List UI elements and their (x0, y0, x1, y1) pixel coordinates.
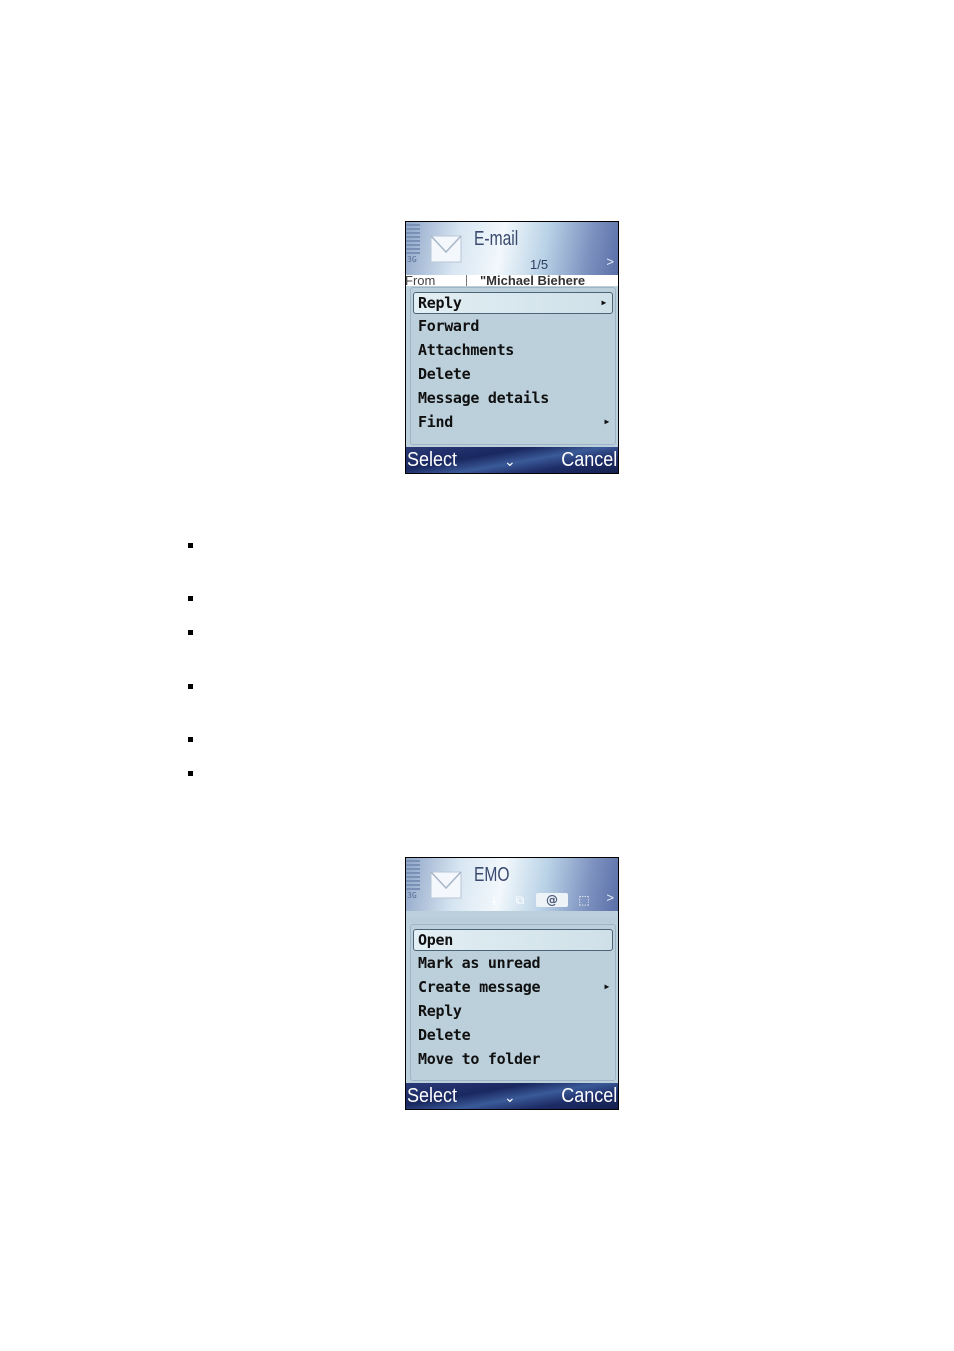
menu-item-label: Delete (418, 1026, 471, 1044)
status-header: 3G E-mail 1/5 > (406, 222, 618, 275)
mailbox-options-screen: 3G EMO < ⤓ ⧉ @ ⬚ > Open Mark as unread C… (405, 857, 619, 1110)
message-counter: 1/5 (530, 257, 549, 272)
bullet-marker (188, 737, 193, 742)
menu-item-reply[interactable]: Reply ▶ (413, 292, 613, 314)
select-softkey[interactable]: Select (407, 1085, 457, 1108)
cancel-softkey[interactable]: Cancel (561, 1085, 617, 1108)
envelope-icon (430, 235, 462, 263)
menu-item-label: Message details (418, 389, 549, 407)
options-menu: Open Mark as unread Create message ▶ Rep… (410, 924, 616, 1081)
softkey-bar: Select ⌄ Cancel (406, 447, 618, 473)
menu-item-delete[interactable]: Delete (411, 362, 615, 386)
previous-arrow-icon[interactable]: < (472, 890, 480, 905)
menu-item-label: Forward (418, 317, 480, 335)
menu-item-label: Create message (418, 978, 541, 996)
download-icon[interactable]: ⤓ (484, 893, 504, 907)
menu-item-forward[interactable]: Forward (411, 314, 615, 338)
menu-item-label: Mark as unread (418, 954, 541, 972)
from-label: From (406, 275, 436, 286)
folder-tabs: ⤓ ⧉ @ ⬚ (484, 892, 594, 908)
cancel-softkey[interactable]: Cancel (561, 449, 617, 472)
bullet-marker (188, 543, 193, 548)
submenu-arrow-icon: ▶ (601, 298, 606, 307)
bullet-marker (188, 771, 193, 776)
scroll-down-icon[interactable]: ⌄ (504, 1089, 516, 1106)
menu-item-label: Reply (418, 294, 462, 312)
status-header: 3G EMO < ⤓ ⧉ @ ⬚ > (406, 858, 618, 911)
menu-item-label: Reply (418, 1002, 462, 1020)
folder-icon[interactable]: ⧉ (510, 893, 530, 907)
signal-strength-icon (406, 860, 420, 890)
menu-item-label: Find (418, 413, 453, 431)
menu-item-message-details[interactable]: Message details (411, 386, 615, 410)
bullet-marker (188, 630, 193, 635)
menu-item-open[interactable]: Open (413, 929, 613, 951)
email-options-screen: 3G E-mail 1/5 > From "Michael Biehere Re… (405, 221, 619, 474)
softkey-bar: Select ⌄ Cancel (406, 1083, 618, 1109)
envelope-icon (430, 871, 462, 899)
bullet-marker (188, 684, 193, 689)
from-row: From "Michael Biehere (406, 275, 618, 286)
menu-item-delete[interactable]: Delete (411, 1023, 615, 1047)
from-value: "Michael Biehere (480, 275, 586, 286)
menu-item-create-message[interactable]: Create message ▶ (411, 975, 615, 999)
next-arrow-icon[interactable]: > (606, 254, 614, 269)
signal-strength-icon (406, 224, 420, 254)
network-type-label: 3G (407, 255, 417, 264)
network-type-label: 3G (407, 891, 417, 900)
scroll-down-icon[interactable]: ⌄ (504, 453, 516, 470)
menu-item-mark-as-unread[interactable]: Mark as unread (411, 951, 615, 975)
select-softkey[interactable]: Select (407, 449, 457, 472)
options-menu: Reply ▶ Forward Attachments Delete Messa… (410, 287, 616, 445)
screen-title: EMO (474, 864, 510, 886)
bullet-marker (188, 596, 193, 601)
next-arrow-icon[interactable]: > (606, 890, 614, 905)
menu-item-move-to-folder[interactable]: Move to folder (411, 1047, 615, 1071)
menu-item-label: Open (418, 931, 453, 949)
menu-item-label: Attachments (418, 341, 515, 359)
menu-item-attachments[interactable]: Attachments (411, 338, 615, 362)
dashed-box-icon[interactable]: ⬚ (574, 893, 594, 907)
divider (466, 275, 467, 286)
at-sign-icon[interactable]: @ (536, 893, 568, 907)
menu-item-label: Move to folder (418, 1050, 541, 1068)
menu-item-reply[interactable]: Reply (411, 999, 615, 1023)
screen-title: E-mail (474, 228, 519, 250)
menu-item-label: Delete (418, 365, 471, 383)
menu-item-find[interactable]: Find ▶ (411, 410, 615, 434)
submenu-arrow-icon: ▶ (604, 982, 609, 991)
submenu-arrow-icon: ▶ (604, 417, 609, 426)
